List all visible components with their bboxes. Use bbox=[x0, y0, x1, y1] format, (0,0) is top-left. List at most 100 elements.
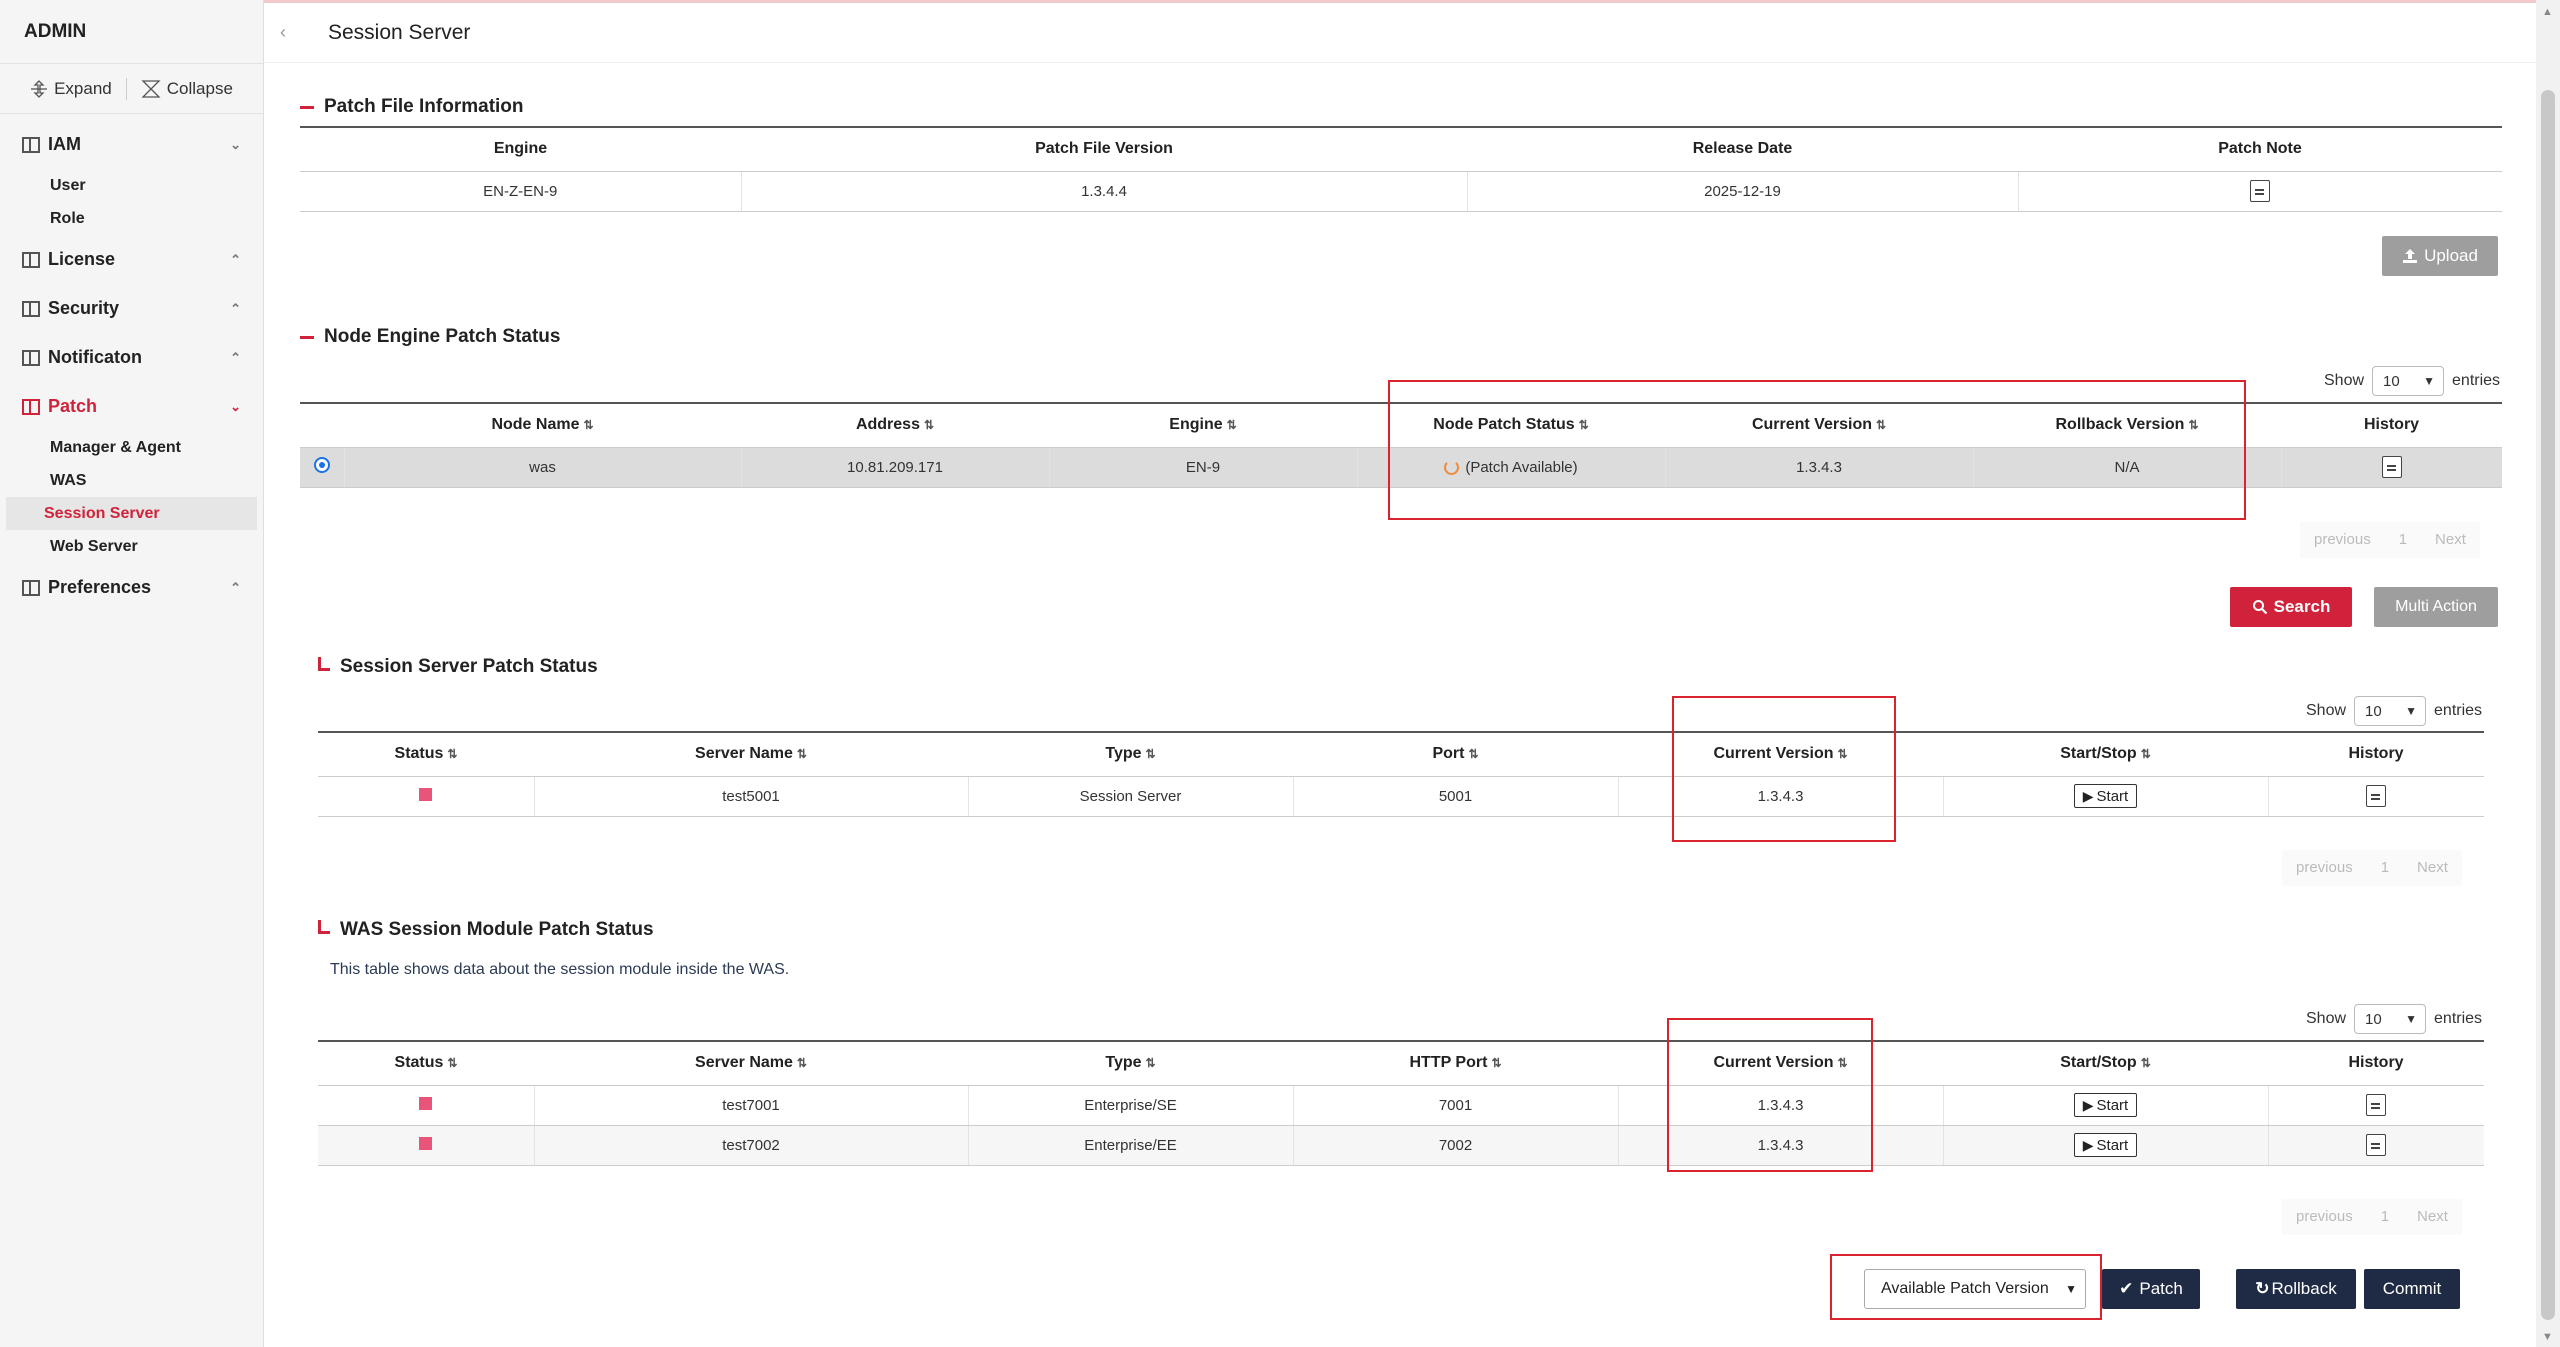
sidebar-item-manager-agent[interactable]: Manager & Agent bbox=[6, 431, 257, 464]
sidebar-item-web-server[interactable]: Web Server bbox=[6, 530, 257, 563]
start-button[interactable]: ▶ Start bbox=[2073, 1133, 2138, 1157]
col-address[interactable]: Address ⇅ bbox=[741, 402, 1049, 448]
sidebar-group-security[interactable]: Security ⌃ bbox=[0, 284, 263, 333]
col-start-stop[interactable]: Start/Stop ⇅ bbox=[1943, 1040, 2268, 1086]
pager-previous[interactable]: previous bbox=[2282, 1199, 2367, 1235]
cell-select[interactable] bbox=[300, 447, 344, 488]
patch-button[interactable]: ✔ Patch bbox=[2102, 1269, 2200, 1309]
col-current-version[interactable]: Current Version ⇅ bbox=[1618, 731, 1943, 777]
start-label: Start bbox=[2096, 1136, 2129, 1154]
was-module-section-title: WAS Session Module Patch Status bbox=[318, 919, 654, 941]
patch-version-select[interactable]: Available Patch Version ▼ bbox=[1864, 1269, 2086, 1309]
col-engine: Engine bbox=[300, 126, 741, 172]
start-button[interactable]: ▶ Start bbox=[2073, 784, 2138, 808]
history-icon[interactable] bbox=[2366, 785, 2387, 807]
pager-previous[interactable]: previous bbox=[2300, 522, 2385, 558]
check-icon: ✔ bbox=[2119, 1279, 2134, 1298]
cell-server-name: test7001 bbox=[533, 1085, 968, 1126]
sidebar-group-notification[interactable]: Notificaton ⌃ bbox=[0, 333, 263, 382]
history-icon[interactable] bbox=[2381, 456, 2402, 478]
col-label: Server Name bbox=[695, 745, 793, 763]
pager-next[interactable]: Next bbox=[2403, 850, 2462, 886]
section-marker bbox=[300, 335, 314, 339]
pager-page[interactable]: 1 bbox=[2384, 522, 2422, 558]
collapse-icon bbox=[141, 79, 161, 98]
search-button[interactable]: Search bbox=[2230, 587, 2352, 627]
multi-action-button[interactable]: Multi Action bbox=[2374, 587, 2498, 627]
col-engine[interactable]: Engine ⇅ bbox=[1049, 402, 1357, 448]
sort-icon: ⇅ bbox=[1875, 418, 1887, 433]
session-server-section-title: Session Server Patch Status bbox=[318, 656, 598, 678]
scroll-down-icon[interactable]: ▼ bbox=[2542, 1331, 2553, 1343]
pager-page[interactable]: 1 bbox=[2366, 850, 2404, 886]
document-icon[interactable] bbox=[2250, 180, 2271, 202]
table-row[interactable]: was 10.81.209.171 EN-9 (Patch Available)… bbox=[300, 447, 2502, 488]
col-history: History bbox=[2268, 731, 2484, 777]
scroll-up-icon[interactable]: ▲ bbox=[2542, 6, 2553, 18]
chevron-down-icon: ▼ bbox=[2065, 1282, 2077, 1296]
rollback-button[interactable]: ↻ Rollback bbox=[2236, 1269, 2356, 1309]
chevron-down-icon: ▼ bbox=[2405, 704, 2418, 718]
page-size-select[interactable]: 10 ▼ bbox=[2372, 366, 2445, 396]
col-http-port[interactable]: HTTP Port ⇅ bbox=[1293, 1040, 1618, 1086]
table-row: test5001 Session Server 5001 1.3.4.3 ▶ St… bbox=[318, 776, 2484, 817]
pager-next[interactable]: Next bbox=[2403, 1199, 2462, 1235]
col-server-name[interactable]: Server Name ⇅ bbox=[534, 1040, 968, 1086]
multi-action-label: Multi Action bbox=[2395, 598, 2477, 615]
cell-rollback-version: N/A bbox=[1972, 447, 2281, 488]
sidebar-item-session-server[interactable]: Session Server bbox=[6, 497, 257, 530]
chevron-down-icon: ▼ bbox=[2423, 374, 2436, 388]
pager-previous[interactable]: previous bbox=[2282, 850, 2367, 886]
col-history: History bbox=[2281, 402, 2502, 448]
col-start-stop[interactable]: Start/Stop ⇅ bbox=[1943, 731, 2268, 777]
commit-button[interactable]: Commit bbox=[2364, 1269, 2460, 1309]
col-label: Type bbox=[1105, 745, 1142, 763]
cell-type: Enterprise/SE bbox=[967, 1085, 1293, 1126]
col-current-version[interactable]: Current Version ⇅ bbox=[1665, 402, 1973, 448]
sidebar-group-patch[interactable]: Patch ⌄ bbox=[0, 382, 263, 431]
entries-label: entries bbox=[2434, 702, 2483, 719]
sidebar-item-was[interactable]: WAS bbox=[6, 464, 257, 497]
cell-type: Enterprise/EE bbox=[967, 1125, 1293, 1166]
col-port[interactable]: Port ⇅ bbox=[1293, 731, 1618, 777]
cell-start-stop: ▶ Start bbox=[1942, 1085, 2268, 1126]
sidebar-group-license[interactable]: License ⌃ bbox=[0, 235, 263, 284]
col-node-name[interactable]: Node Name ⇅ bbox=[344, 402, 741, 448]
page-size-select[interactable]: 10 ▼ bbox=[2354, 1004, 2427, 1034]
pager-next[interactable]: Next bbox=[2421, 522, 2480, 558]
table-row: test7001 Enterprise/SE 7001 1.3.4.3 ▶ Sta… bbox=[318, 1085, 2484, 1126]
col-current-version[interactable]: Current Version ⇅ bbox=[1618, 1040, 1943, 1086]
row-radio[interactable] bbox=[313, 457, 330, 473]
scrollbar-thumb[interactable] bbox=[2541, 90, 2555, 1320]
col-type[interactable]: Type ⇅ bbox=[968, 731, 1293, 777]
scrollbar[interactable]: ▲ ▼ bbox=[2536, 0, 2560, 1347]
chevron-down-icon: ▼ bbox=[2405, 1012, 2418, 1026]
col-status[interactable]: Status ⇅ bbox=[318, 731, 534, 777]
sidebar-item-user[interactable]: User bbox=[6, 169, 257, 202]
play-icon: ▶ bbox=[2082, 1096, 2094, 1113]
history-icon[interactable] bbox=[2366, 1094, 2387, 1116]
col-label: Type bbox=[1105, 1054, 1142, 1072]
cell-server-name: test7002 bbox=[533, 1125, 968, 1166]
license-icon bbox=[22, 251, 40, 268]
page-size-select[interactable]: 10 ▼ bbox=[2354, 696, 2427, 726]
history-icon[interactable] bbox=[2366, 1134, 2387, 1156]
sidebar-item-role[interactable]: Role bbox=[6, 202, 257, 235]
collapse-button[interactable]: Collapse bbox=[141, 79, 233, 99]
cell-version: 1.3.4.4 bbox=[740, 171, 1467, 212]
sidebar-toggle-icon[interactable]: ‹ bbox=[280, 22, 304, 43]
start-button[interactable]: ▶ Start bbox=[2073, 1093, 2138, 1117]
upload-button[interactable]: Upload bbox=[2382, 236, 2498, 276]
col-type[interactable]: Type ⇅ bbox=[968, 1040, 1293, 1086]
sidebar-group-preferences[interactable]: Preferences ⌃ bbox=[0, 563, 263, 612]
section-title-text: Patch File Information bbox=[324, 96, 524, 117]
col-status[interactable]: Status ⇅ bbox=[318, 1040, 534, 1086]
col-node-patch-status[interactable]: Node Patch Status ⇅ bbox=[1357, 402, 1665, 448]
pager-page[interactable]: 1 bbox=[2366, 1199, 2404, 1235]
col-rollback-version[interactable]: Rollback Version ⇅ bbox=[1973, 402, 2281, 448]
preferences-icon bbox=[22, 579, 40, 596]
col-server-name[interactable]: Server Name ⇅ bbox=[534, 731, 968, 777]
sidebar-group-iam[interactable]: IAM ⌄ bbox=[0, 120, 263, 169]
commit-label: Commit bbox=[2382, 1279, 2442, 1298]
expand-button[interactable]: Expand bbox=[30, 79, 112, 99]
